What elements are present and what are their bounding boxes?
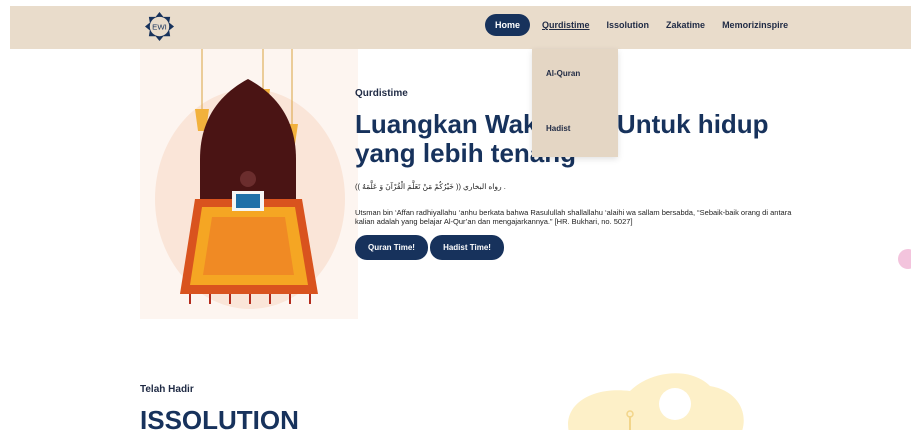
section-illustration-blob <box>568 373 744 430</box>
floating-side-button[interactable] <box>898 249 911 269</box>
section-title: ISSOLUTION <box>140 405 299 430</box>
nav-memorizinspire[interactable]: Memorizinspire <box>722 20 788 30</box>
prayer-mat-illustration <box>140 49 358 319</box>
qurdistime-dropdown: Al-Quran Hadist <box>532 49 618 157</box>
dropdown-item-hadist[interactable]: Hadist <box>546 124 570 133</box>
logo-icon[interactable]: EWI <box>144 11 175 42</box>
hero-eyebrow: Qurdistime <box>355 88 408 99</box>
dropdown-item-al-quran[interactable]: Al-Quran <box>546 69 580 78</box>
logo-text: EWI <box>152 22 167 31</box>
nav-zakatime[interactable]: Zakatime <box>666 20 705 30</box>
main-nav: Home Qurdistime Issolution Zakatime Memo… <box>485 14 805 36</box>
hero-arabic-quote: (( خَيْرُكُمْ مَنْ تَعَلَّمَ الْقُرْآنَ … <box>355 182 506 191</box>
nav-home[interactable]: Home <box>485 14 531 36</box>
page: EWI Home Qurdistime Issolution Zakatime … <box>10 6 911 430</box>
hadist-time-button[interactable]: Hadist Time! <box>430 235 504 260</box>
section-kicker: Telah Hadir <box>140 384 194 395</box>
nav-qurdistime[interactable]: Qurdistime <box>542 20 590 30</box>
hero-hadith-text: Utsman bin ‘Affan radhiyallahu ‘anhu ber… <box>355 208 792 226</box>
navbar: EWI Home Qurdistime Issolution Zakatime … <box>10 6 911 49</box>
quran-time-button[interactable]: Quran Time! <box>355 235 428 260</box>
nav-issolution[interactable]: Issolution <box>607 20 650 30</box>
